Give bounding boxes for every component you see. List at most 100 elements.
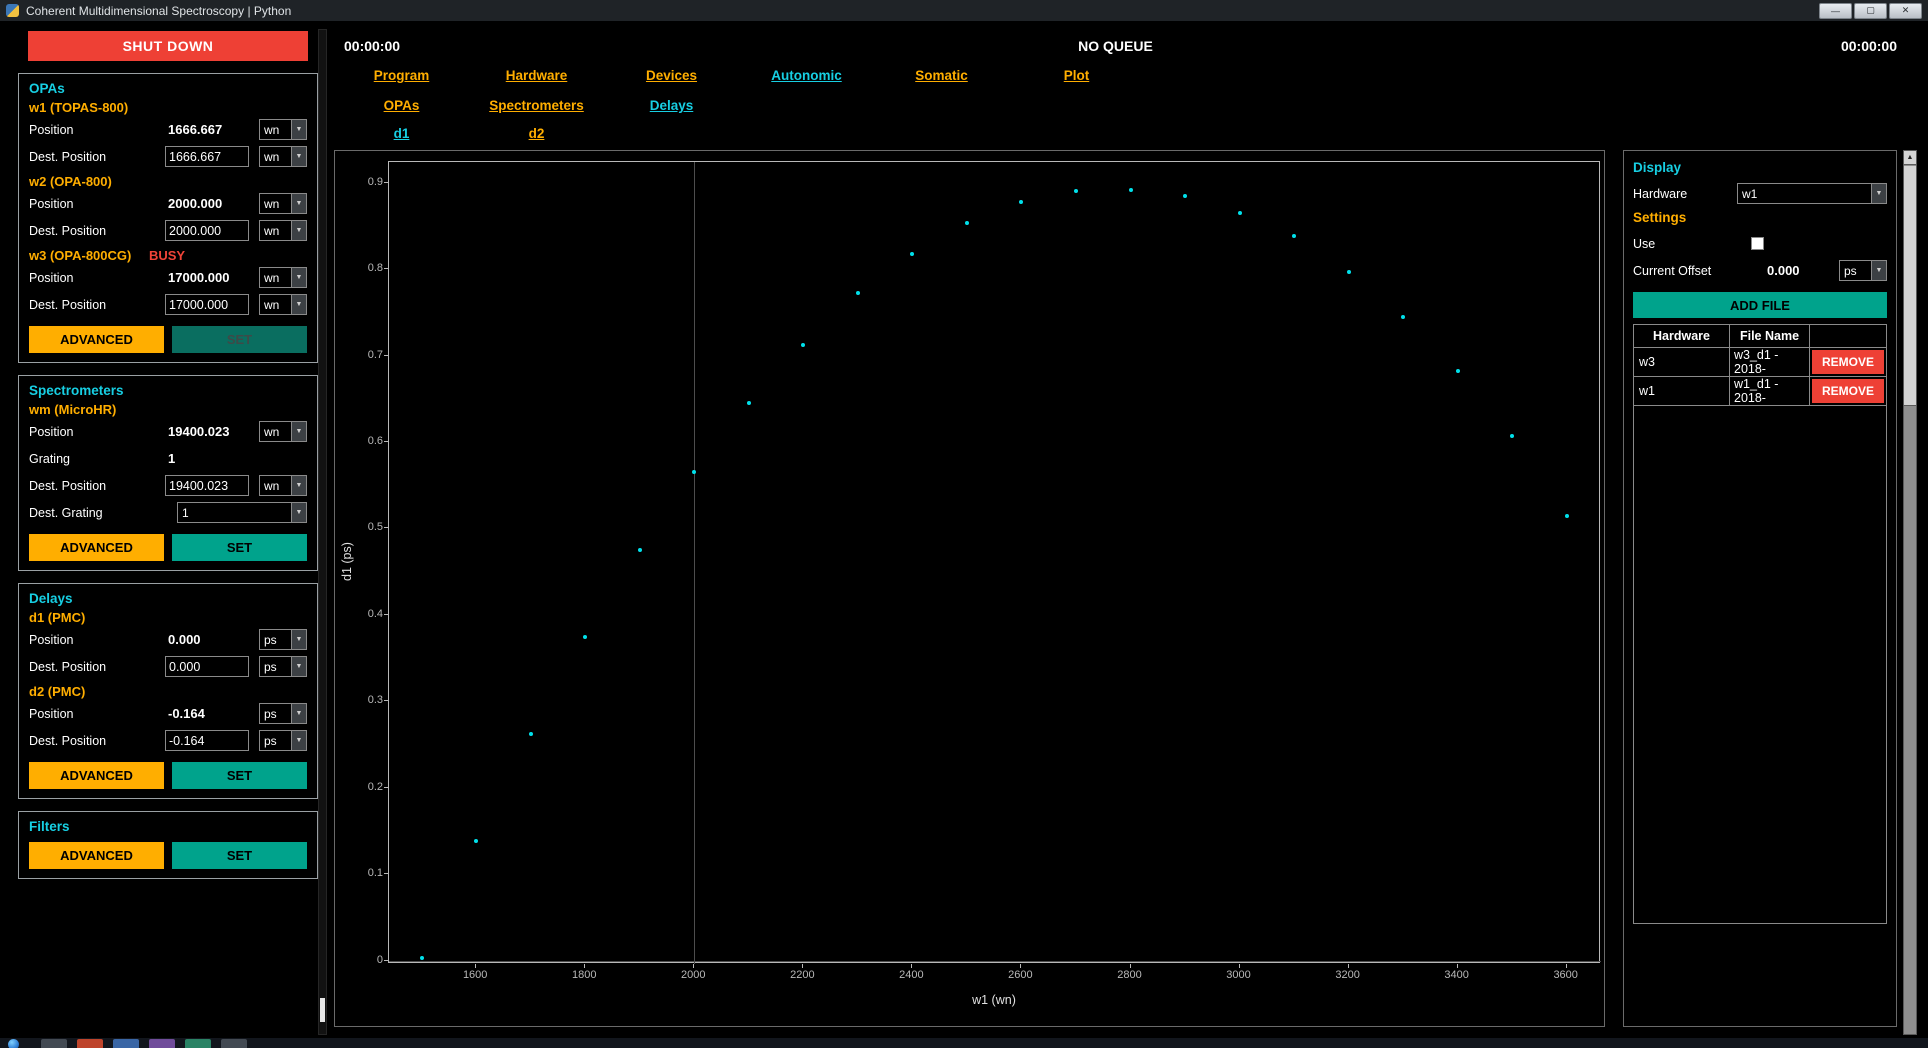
dest-position-label: Dest. Position [29,224,165,238]
close-button[interactable]: ✕ [1889,3,1922,19]
d2-units-combo[interactable]: ps▼ [259,703,307,724]
add-file-button[interactable]: ADD FILE [1633,292,1887,318]
y-tick-label: 0.9 [339,176,383,188]
sidebar-scrollbar-thumb[interactable] [320,998,325,1022]
delays-advanced-button[interactable]: ADVANCED [29,762,164,789]
opas-set-button[interactable]: SET [172,326,307,353]
d1-dest-units-combo[interactable]: ps▼ [259,656,307,677]
chevron-down-icon: ▼ [291,268,306,287]
position-label: Position [29,633,165,647]
taskbar-app-icon[interactable] [113,1039,139,1048]
sidebar-scrollbar[interactable] [318,29,327,1035]
taskbar-app-icon[interactable] [185,1039,211,1048]
d1-units-combo[interactable]: ps▼ [259,629,307,650]
scroll-up-icon[interactable]: ▲ [1904,151,1916,165]
minimize-icon: — [1831,6,1840,16]
data-point [1183,194,1187,198]
current-offset-label: Current Offset [1633,264,1765,278]
w2-dest-position-input[interactable] [165,220,249,241]
main-scrollbar[interactable]: ▲ [1903,150,1917,1035]
offset-units-combo[interactable]: ps▼ [1839,260,1887,281]
wm-dest-units-combo[interactable]: wn▼ [259,475,307,496]
y-tick-mark [384,355,388,356]
x-axis-label: w1 (wn) [388,993,1600,1007]
spectrometers-panel-header: Spectrometers [29,383,307,398]
y-tick-mark [384,700,388,701]
minimize-button[interactable]: — [1819,3,1852,19]
main-scrollbar-thumb[interactable] [1904,166,1916,406]
motor-name-d1: d1 (PMC) [29,610,307,625]
w2-dest-units-combo[interactable]: wn▼ [259,220,307,241]
tab-autonomic[interactable]: Autonomic [739,68,874,90]
taskbar [0,1038,1928,1048]
data-point [747,401,751,405]
chevron-down-icon: ▼ [291,120,306,139]
tab-hardware[interactable]: Hardware [469,68,604,90]
w2-dest-row: Dest. Position wn▼ [29,217,307,244]
d1-dest-position-input[interactable] [165,656,249,677]
taskbar-app-icon[interactable] [221,1039,247,1048]
remove-file-button[interactable]: REMOVE [1812,350,1884,374]
data-point [1510,434,1514,438]
x-tick-mark [1457,964,1458,968]
remove-file-button[interactable]: REMOVE [1812,379,1884,403]
chevron-down-icon: ▼ [291,422,306,441]
tab-devices[interactable]: Devices [604,68,739,90]
wm-units-combo[interactable]: wn▼ [259,421,307,442]
tab-opas[interactable]: OPAs [334,98,469,120]
dest-grating-combo[interactable]: 1▼ [177,502,307,523]
shutdown-button[interactable]: SHUT DOWN [28,31,308,61]
tab-d1[interactable]: d1 [334,126,469,148]
start-button[interactable] [8,1039,19,1048]
tab-delays[interactable]: Delays [604,98,739,120]
hardware-combo[interactable]: w1▼ [1737,183,1887,204]
taskbar-app-icon[interactable] [77,1039,103,1048]
w1-units-combo[interactable]: wn▼ [259,119,307,140]
filters-panel: Filters ADVANCED SET [18,811,318,879]
data-point [583,635,587,639]
hardware-type-tabs: OPAs Spectrometers Delays [334,98,739,120]
wm-dest-position-input[interactable] [165,475,249,496]
dest-position-label: Dest. Position [29,479,165,493]
data-point [1565,514,1569,518]
y-tick-label: 0.8 [339,262,383,274]
queue-bar: 00:00:00 NO QUEUE 00:00:00 [334,36,1897,56]
d2-dest-position-input[interactable] [165,730,249,751]
tab-somatic[interactable]: Somatic [874,68,1009,90]
w2-position-row: Position 2000.000 wn▼ [29,190,307,217]
application-window: Coherent Multidimensional Spectroscopy |… [0,0,1928,1048]
file-row-name: w3_d1 - 2018- [1730,348,1810,376]
maximize-button[interactable]: ▢ [1854,3,1887,19]
chevron-down-icon: ▼ [291,503,306,522]
motor-name-d2: d2 (PMC) [29,684,307,699]
opas-advanced-button[interactable]: ADVANCED [29,326,164,353]
delays-set-button[interactable]: SET [172,762,307,789]
use-checkbox[interactable] [1751,237,1764,250]
taskbar-app-icon[interactable] [149,1039,175,1048]
file-table-header: Hardware File Name [1634,325,1886,348]
w3-units-combo[interactable]: wn▼ [259,267,307,288]
d2-dest-units-combo[interactable]: ps▼ [259,730,307,751]
delays-panel-header: Delays [29,591,307,606]
motor-name-w3: w3 (OPA-800CG) BUSY [29,248,307,263]
spectrometers-set-button[interactable]: SET [172,534,307,561]
taskbar-app-icon[interactable] [41,1039,67,1048]
tab-plot[interactable]: Plot [1009,68,1144,90]
data-point [1129,188,1133,192]
w3-dest-units-combo[interactable]: wn▼ [259,294,307,315]
tab-program[interactable]: Program [334,68,469,90]
w1-dest-units-combo[interactable]: wn▼ [259,146,307,167]
w1-dest-position-input[interactable] [165,146,249,167]
spectrometers-advanced-button[interactable]: ADVANCED [29,534,164,561]
w3-dest-position-input[interactable] [165,294,249,315]
tab-spectrometers[interactable]: Spectrometers [469,98,604,120]
filters-advanced-button[interactable]: ADVANCED [29,842,164,869]
y-tick-label: 0 [339,954,383,966]
x-tick-mark [584,964,585,968]
filters-set-button[interactable]: SET [172,842,307,869]
position-label: Position [29,123,165,137]
chevron-down-icon: ▼ [291,704,306,723]
x-tick-mark [1566,964,1567,968]
w2-units-combo[interactable]: wn▼ [259,193,307,214]
tab-d2[interactable]: d2 [469,126,604,148]
